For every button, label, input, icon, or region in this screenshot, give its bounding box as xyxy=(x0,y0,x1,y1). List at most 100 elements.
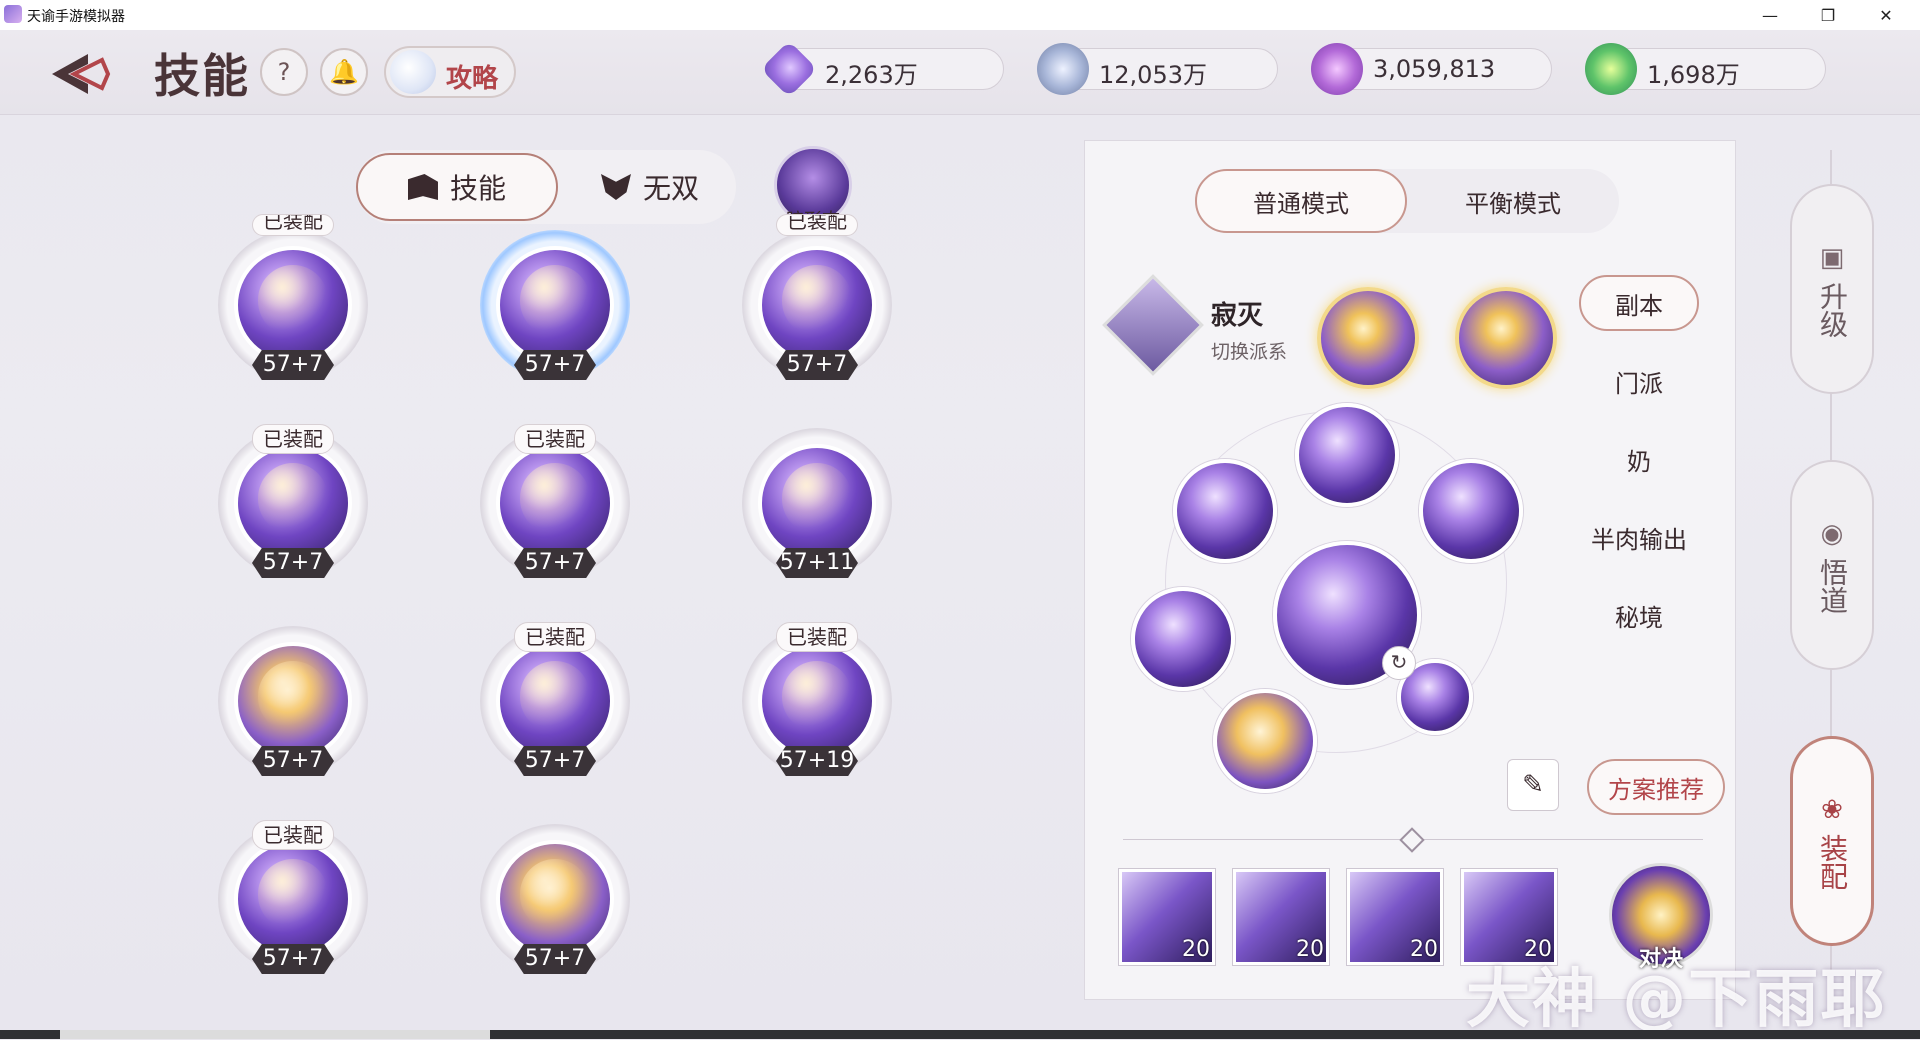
rune-level: 20 xyxy=(1296,937,1324,962)
wheel-skill-slot[interactable] xyxy=(1131,587,1235,691)
skill-level: 57+11 xyxy=(776,548,858,578)
nav-upgrade-label: 升级 xyxy=(1816,282,1849,338)
skill-card[interactable]: 57+7 xyxy=(480,824,630,974)
bell-icon[interactable]: 🔔 xyxy=(320,48,368,96)
skill-card[interactable]: 57+7 xyxy=(480,230,630,380)
swap-icon[interactable]: ↻ xyxy=(1382,646,1416,680)
skill-level: 57+7 xyxy=(252,746,334,776)
passive-skill-slot[interactable] xyxy=(1455,287,1557,389)
skill-card[interactable]: 已装配 57+7 xyxy=(480,622,630,776)
skill-card[interactable]: 已装配 57+7 xyxy=(742,214,892,380)
nav-equip[interactable]: ❀ 装配 xyxy=(1790,736,1874,946)
skill-icon xyxy=(758,642,876,760)
skill-level: 57+7 xyxy=(252,548,334,578)
app-icon xyxy=(4,5,22,23)
currency-value: 12,053万 xyxy=(1099,61,1207,89)
rune-slot[interactable]: 20 xyxy=(1347,869,1443,965)
skill-card[interactable]: 已装配 57+7 xyxy=(218,214,368,380)
divider-diamond-icon xyxy=(1399,827,1425,853)
preset-item[interactable]: 门派 xyxy=(1579,353,1699,409)
rune-slot[interactable]: 20 xyxy=(1119,869,1215,965)
rune-level: 20 xyxy=(1182,937,1210,962)
wheel-skill-slot[interactable] xyxy=(1173,459,1277,563)
skill-card[interactable]: 57+11 xyxy=(742,428,892,578)
skill-level: 57+7 xyxy=(514,350,596,380)
wheel-skill-slot[interactable] xyxy=(1213,689,1317,793)
nav-enlighten-label: 悟道 xyxy=(1816,558,1849,614)
wheel-skill-slot[interactable] xyxy=(1419,459,1523,563)
book-icon xyxy=(407,174,438,200)
mode-balance-button[interactable]: 平衡模式 xyxy=(1407,169,1619,233)
mode-switch: 普通模式 平衡模式 xyxy=(1195,169,1619,233)
preset-item[interactable]: 半肉输出 xyxy=(1579,509,1699,565)
skill-card[interactable]: 已装配 57+19 xyxy=(742,622,892,776)
skill-icon xyxy=(234,246,352,364)
skill-level: 57+7 xyxy=(252,944,334,974)
preset-item[interactable]: 奶 xyxy=(1579,431,1699,487)
plan-recommend-button[interactable]: 方案推荐 xyxy=(1587,759,1725,815)
skill-level: 57+7 xyxy=(514,746,596,776)
equipped-badge: 已装配 xyxy=(776,214,858,236)
equipped-badge: 已装配 xyxy=(252,424,334,454)
preset-item[interactable]: 副本 xyxy=(1579,275,1699,331)
skill-icon xyxy=(496,444,614,562)
preset-item[interactable]: 秘境 xyxy=(1579,587,1699,643)
skill-icon xyxy=(234,444,352,562)
currency-2[interactable]: 12,053万 xyxy=(1037,43,1278,95)
skill-level: 57+19 xyxy=(776,746,858,776)
sect-name: 寂灭 xyxy=(1211,301,1264,331)
tab-skill[interactable]: 技能 xyxy=(356,153,558,221)
window-titlebar: 天谕手游模拟器 — ❐ ✕ xyxy=(0,0,1920,31)
equipped-badge: 已装配 xyxy=(514,622,596,652)
equip-panel: 普通模式 平衡模式 寂灭 切换派系 副本 门派 奶 半肉输出 秘境 ✎ 方案推荐… xyxy=(1084,140,1736,1000)
window-title: 天谕手游模拟器 xyxy=(27,9,125,25)
skill-level: 57+7 xyxy=(252,350,334,380)
currency-value: 3,059,813 xyxy=(1373,55,1496,83)
close-button[interactable]: ✕ xyxy=(1858,0,1914,30)
skill-icon xyxy=(496,840,614,958)
help-button[interactable]: ? xyxy=(260,48,308,96)
green-jade-icon xyxy=(1585,43,1637,95)
purple-crystal-icon xyxy=(760,40,818,98)
switch-sect-link[interactable]: 切换派系 xyxy=(1211,337,1287,364)
wheel-skill-slot[interactable] xyxy=(1295,403,1399,507)
tab-wushuang[interactable]: 无双 xyxy=(566,153,734,221)
edit-pen-icon[interactable]: ✎ xyxy=(1507,759,1559,811)
tab-skill-label: 技能 xyxy=(449,172,506,205)
equipped-badge: 已装配 xyxy=(252,820,334,850)
skill-icon xyxy=(496,642,614,760)
currency-1[interactable]: 2,263万 xyxy=(760,40,1004,98)
tab-wushuang-label: 无双 xyxy=(642,172,699,205)
eye-icon: ◉ xyxy=(1820,519,1844,549)
currency-4[interactable]: 1,698万 xyxy=(1585,43,1826,95)
mode-normal-button[interactable]: 普通模式 xyxy=(1195,169,1407,233)
nav-upgrade[interactable]: ▣ 升级 xyxy=(1790,184,1874,394)
top-bar: 技能 ? 🔔 攻略 2,263万 12,053万 3,059,813 1,698… xyxy=(0,30,1920,115)
minimize-button[interactable]: — xyxy=(1742,0,1798,30)
skill-card[interactable]: 已装配 57+7 xyxy=(218,424,368,578)
passive-skill-slot[interactable] xyxy=(1317,287,1419,389)
guide-button[interactable]: 攻略 xyxy=(384,46,516,98)
silver-coin-icon xyxy=(1037,43,1089,95)
skill-card[interactable]: 已装配 57+7 xyxy=(480,424,630,578)
watermark: 大神 @下雨耶 xyxy=(1466,963,1887,1037)
scrollbar-thumb[interactable] xyxy=(60,1030,490,1039)
currency-value: 2,263万 xyxy=(825,61,918,89)
taskbar-strip xyxy=(0,1030,1920,1039)
skill-icon xyxy=(758,444,876,562)
violet-gem-icon xyxy=(1311,43,1363,95)
nav-enlighten[interactable]: ◉ 悟道 xyxy=(1790,460,1874,670)
page-title: 技能 xyxy=(154,49,250,103)
back-icon[interactable] xyxy=(48,50,112,98)
cat-mascot-icon xyxy=(390,50,436,94)
skill-card[interactable]: 已装配 57+7 xyxy=(218,820,368,974)
maximize-button[interactable]: ❐ xyxy=(1800,0,1856,30)
skill-icon xyxy=(234,642,352,760)
rune-slot[interactable]: 20 xyxy=(1233,869,1329,965)
sect-emblem-icon[interactable] xyxy=(1102,274,1204,376)
skill-icon xyxy=(758,246,876,364)
nav-equip-label: 装配 xyxy=(1816,834,1849,890)
skill-card[interactable]: 57+7 xyxy=(218,626,368,776)
swirl-icon: ❀ xyxy=(1821,795,1843,825)
currency-3[interactable]: 3,059,813 xyxy=(1311,43,1552,95)
